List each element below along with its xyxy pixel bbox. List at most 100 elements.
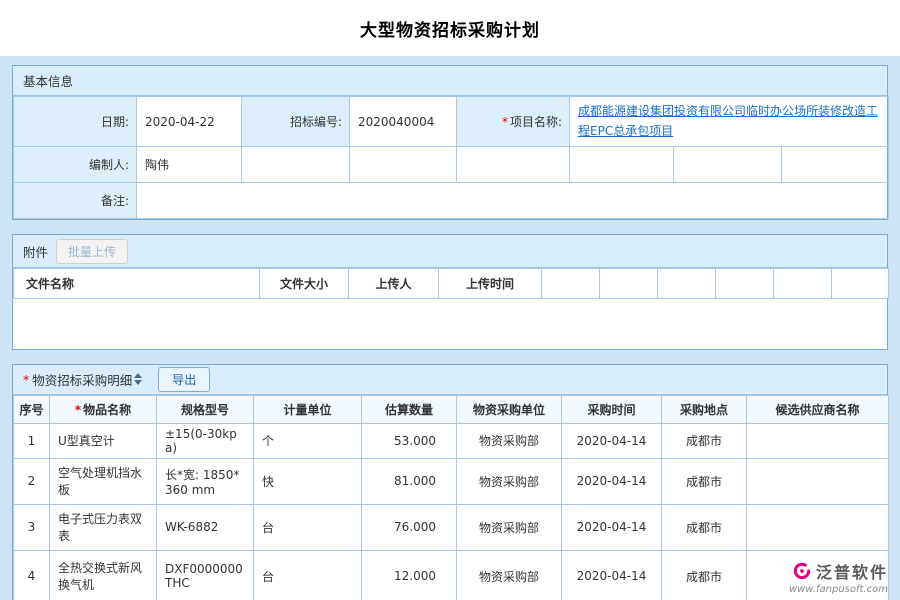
remark-value [137,183,889,219]
table-row: 2 空气处理机挡水板 长*宽: 1850*360 mm 快 81.000 物资采… [14,458,889,504]
project-name-link[interactable]: 成都能源建设集团投资有限公司临时办公场所装修改造工程EPC总承包项目 [578,104,878,137]
serial-cell: 1 [14,423,50,458]
empty-cell [782,147,889,183]
empty-cell [674,147,782,183]
serial-cell: 2 [14,458,50,504]
place-cell: 成都市 [662,504,747,550]
fanpu-brand: 泛普软件 [816,559,888,583]
item-name-cell: 电子式压力表双表 [50,504,157,550]
col-item-name-text: 物品名称 [83,403,131,417]
basic-info-title: 基本信息 [23,71,73,90]
unit-cell: 台 [254,504,362,550]
basic-info-section: 基本信息 日期: 2020-04-22 招标编号: 2020040004 *项目… [12,65,888,220]
detail-title: 物资招标采购明细 [32,370,132,389]
col-uploader: 上传人 [349,269,439,299]
fanpu-url: www.fanpusoft.com [789,584,888,595]
place-cell: 成都市 [662,550,747,600]
empty-cell [242,147,350,183]
supplier-cell [747,458,889,504]
attachment-col-empty [600,269,658,299]
required-asterisk: * [23,372,29,387]
supplier-cell [747,504,889,550]
time-cell: 2020-04-14 [562,550,662,600]
spec-cell: DXF0000000THC [157,550,254,600]
time-cell: 2020-04-14 [562,423,662,458]
attachment-col-empty [658,269,716,299]
bid-number-value: 2020040004 [350,97,457,147]
spec-cell: ±15(0-30kpa) [157,423,254,458]
qty-cell: 76.000 [362,504,457,550]
col-purchase-dept: 物资采购单位 [457,395,562,423]
qty-cell: 53.000 [362,423,457,458]
item-name-cell: 全热交换式新风换气机 [50,550,157,600]
col-candidate-supplier: 候选供应商名称 [747,395,889,423]
dept-cell: 物资采购部 [457,504,562,550]
attachments-section: 附件 批量上传 文件名称 文件大小 上传人 上传时间 [12,234,888,350]
dept-cell: 物资采购部 [457,550,562,600]
empty-cell [457,147,570,183]
item-name-cell: 空气处理机挡水板 [50,458,157,504]
place-cell: 成都市 [662,458,747,504]
table-row: 4 全热交换式新风换气机 DXF0000000THC 台 12.000 物资采购… [14,550,889,600]
unit-cell: 快 [254,458,362,504]
attachment-col-empty [716,269,774,299]
detail-header-row: 序号 *物品名称 规格型号 计量单位 估算数量 物资采购单位 采购时间 采购地点… [14,395,889,423]
time-cell: 2020-04-14 [562,504,662,550]
attachments-title: 附件 [23,242,48,261]
detail-table: 序号 *物品名称 规格型号 计量单位 估算数量 物资采购单位 采购时间 采购地点… [13,395,889,600]
fanpu-logo-icon [792,561,812,581]
date-value: 2020-04-22 [137,97,242,147]
serial-cell: 3 [14,504,50,550]
attachments-header-row: 文件名称 文件大小 上传人 上传时间 [14,269,889,299]
preparer-value: 陶伟 [137,147,242,183]
sort-icon[interactable] [134,373,142,385]
attachments-empty-area [14,299,889,349]
title-band: 大型物资招标采购计划 [0,0,900,56]
attachment-col-empty [542,269,600,299]
export-button[interactable]: 导出 [158,367,210,392]
bid-number-label: 招标编号: [242,97,350,147]
table-row: 3 电子式压力表双表 WK-6882 台 76.000 物资采购部 2020-0… [14,504,889,550]
col-file-name: 文件名称 [14,269,260,299]
attachments-header: 附件 批量上传 [13,235,887,268]
col-serial: 序号 [14,395,50,423]
attachments-table: 文件名称 文件大小 上传人 上传时间 [13,268,889,349]
project-name-label-text: 项目名称: [510,115,562,129]
date-label: 日期: [14,97,137,147]
attachment-col-empty [774,269,832,299]
preparer-label: 编制人: [14,147,137,183]
basic-info-table: 日期: 2020-04-22 招标编号: 2020040004 *项目名称: 成… [13,96,889,219]
fanpu-brand-row: 泛普软件 [789,559,888,583]
project-name-label: *项目名称: [457,97,570,147]
time-cell: 2020-04-14 [562,458,662,504]
qty-cell: 81.000 [362,458,457,504]
detail-title-wrap: * 物资招标采购明细 [23,370,142,389]
table-row: 1 U型真空计 ±15(0-30kpa) 个 53.000 物资采购部 2020… [14,423,889,458]
col-unit: 计量单位 [254,395,362,423]
basic-info-header: 基本信息 [13,66,887,96]
col-file-size: 文件大小 [260,269,349,299]
empty-cell [350,147,457,183]
empty-cell [570,147,674,183]
detail-section: * 物资招标采购明细 导出 序号 *物品名称 规格型号 计量单位 估算数量 物资… [12,364,888,600]
attachment-col-empty [832,269,889,299]
fanpu-watermark: 泛普软件 www.fanpusoft.com [789,559,888,595]
attachments-empty-row [14,299,889,349]
table-row: 日期: 2020-04-22 招标编号: 2020040004 *项目名称: 成… [14,97,889,147]
dept-cell: 物资采购部 [457,458,562,504]
unit-cell: 个 [254,423,362,458]
content-area: 基本信息 日期: 2020-04-22 招标编号: 2020040004 *项目… [0,56,900,600]
table-row: 编制人: 陶伟 [14,147,889,183]
supplier-cell [747,423,889,458]
batch-upload-button[interactable]: 批量上传 [56,239,128,264]
page-title: 大型物资招标采购计划 [360,16,540,41]
remark-label: 备注: [14,183,137,219]
spec-cell: 长*宽: 1850*360 mm [157,458,254,504]
table-row: 备注: [14,183,889,219]
unit-cell: 台 [254,550,362,600]
project-name-cell: 成都能源建设集团投资有限公司临时办公场所装修改造工程EPC总承包项目 [570,97,889,147]
detail-header: * 物资招标采购明细 导出 [13,365,887,395]
qty-cell: 12.000 [362,550,457,600]
col-estimated-qty: 估算数量 [362,395,457,423]
col-spec-model: 规格型号 [157,395,254,423]
